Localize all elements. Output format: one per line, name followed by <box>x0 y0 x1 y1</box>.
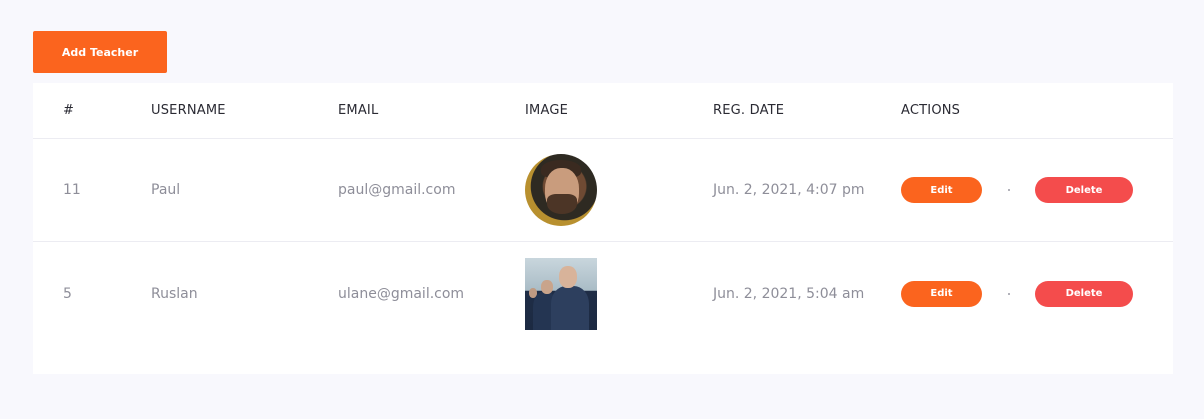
row-username: Ruslan <box>151 285 198 302</box>
teachers-table: # USERNAME EMAIL IMAGE REG. DATE ACTIONS… <box>33 83 1173 374</box>
row-image-cell <box>525 139 597 241</box>
row-reg-date: Jun. 2, 2021, 4:07 pm <box>713 182 865 198</box>
header-number: # <box>63 103 75 118</box>
delete-button[interactable]: Delete <box>1035 177 1133 203</box>
row-reg-date: Jun. 2, 2021, 5:04 am <box>713 285 865 302</box>
row-id: 11 <box>63 182 81 198</box>
row-actions: Edit Delete <box>901 242 1141 345</box>
teacher-avatar-image <box>525 154 597 226</box>
header-email: EMAIL <box>338 103 379 118</box>
header-image: IMAGE <box>525 103 569 118</box>
header-reg-date: REG. DATE <box>713 103 785 118</box>
row-email: ulane@gmail.com <box>338 285 465 302</box>
header-actions: ACTIONS <box>901 103 961 118</box>
row-id: 5 <box>63 285 72 302</box>
row-username: Paul <box>151 182 181 198</box>
delete-button[interactable]: Delete <box>1035 280 1133 307</box>
edit-button[interactable]: Edit <box>901 280 982 307</box>
teacher-photo-image <box>525 257 597 330</box>
header-username: USERNAME <box>151 103 226 118</box>
action-separator-dot <box>1008 292 1010 295</box>
table-header-row: # USERNAME EMAIL IMAGE REG. DATE ACTIONS <box>33 83 1173 139</box>
action-separator-dot <box>1008 189 1010 191</box>
add-teacher-button[interactable]: Add Teacher <box>33 31 167 73</box>
row-email: paul@gmail.com <box>338 182 456 198</box>
edit-button[interactable]: Edit <box>901 177 982 203</box>
table-row: 5 Ruslan ulane@gmail.com Jun. 2, 2021, 5… <box>33 242 1173 345</box>
row-image-cell <box>525 242 597 345</box>
table-row: 11 Paul paul@gmail.com Jun. 2, 2021, 4:0… <box>33 139 1173 242</box>
row-actions: Edit Delete <box>901 139 1141 241</box>
